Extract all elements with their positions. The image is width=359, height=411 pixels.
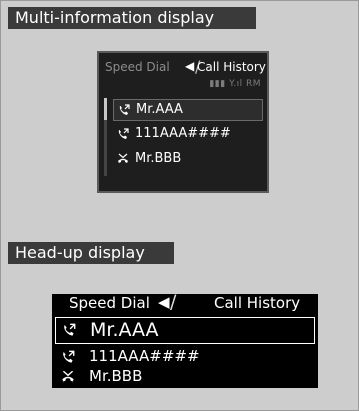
tab-left-arrow-icon: ◀ xyxy=(158,293,170,311)
tab-divider: / xyxy=(170,291,177,313)
call-history-item[interactable]: 111AAA#### xyxy=(55,347,315,367)
multi-information-display: Speed Dial ◀ / Call History ▮▮▮ Y.ıl RM … xyxy=(97,51,269,193)
tab-call-history[interactable]: Call History xyxy=(197,60,266,74)
phone-status-indicators: ▮▮▮ Y.ıl RM xyxy=(209,79,261,89)
hud-tab-bar: Speed Dial ◀ / Call History xyxy=(52,291,318,314)
call-history-item[interactable]: Mr.BBB xyxy=(55,367,315,387)
tab-left-arrow-icon: ◀ xyxy=(185,59,195,73)
tab-speed-dial[interactable]: Speed Dial xyxy=(105,60,170,74)
outgoing-call-icon xyxy=(63,350,75,363)
mid-section-heading: Multi-information display xyxy=(8,7,256,29)
head-up-display: Speed Dial ◀ / Call History Mr.AAA 111AA… xyxy=(52,291,318,388)
scrollbar[interactable] xyxy=(104,98,107,176)
outgoing-call-icon xyxy=(119,104,130,115)
mid-tab-bar: Speed Dial ◀ / Call History xyxy=(99,57,267,76)
missed-call-icon xyxy=(62,370,74,382)
tab-call-history[interactable]: Call History xyxy=(214,294,300,312)
outgoing-call-icon xyxy=(118,128,129,139)
call-history-item[interactable]: Mr.AAA xyxy=(113,99,263,121)
call-item-label: Mr.AAA xyxy=(136,102,183,117)
call-item-label: Mr.BBB xyxy=(135,151,182,166)
call-item-label: Mr.AAA xyxy=(90,319,159,341)
hud-section-heading: Head-up display xyxy=(8,242,174,264)
scrollbar-thumb[interactable] xyxy=(104,98,107,120)
call-history-item[interactable]: Mr.BBB xyxy=(113,149,263,171)
call-item-label: Mr.BBB xyxy=(89,367,143,385)
call-item-label: 111AAA#### xyxy=(89,347,200,365)
call-history-item[interactable]: 111AAA#### xyxy=(113,124,263,146)
outgoing-call-icon xyxy=(64,323,76,336)
call-history-item[interactable]: Mr.AAA xyxy=(55,317,315,344)
missed-call-icon xyxy=(118,153,128,163)
tab-speed-dial[interactable]: Speed Dial xyxy=(69,294,150,312)
call-item-label: 111AAA#### xyxy=(135,126,231,141)
